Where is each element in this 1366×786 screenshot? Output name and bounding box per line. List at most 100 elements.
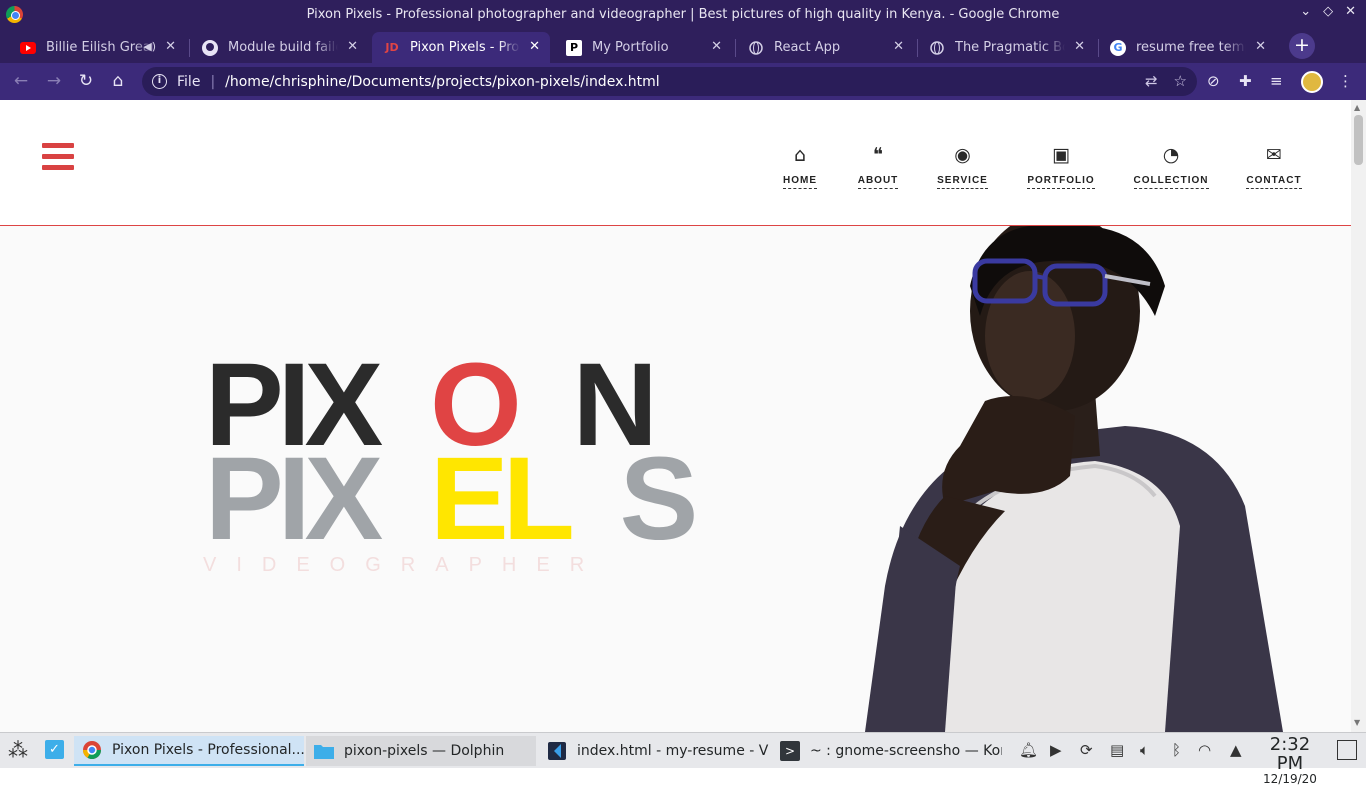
tab-title: My Portfolio bbox=[592, 40, 669, 55]
tab-react-app[interactable]: React App ✕ bbox=[736, 32, 914, 63]
nav-label: CONTACT bbox=[1246, 175, 1302, 189]
clock-date: 12/19/20 bbox=[1263, 772, 1317, 786]
scroll-up-icon[interactable]: ▲ bbox=[1354, 103, 1360, 112]
notifications-icon[interactable]: 🔔︎ bbox=[1019, 741, 1038, 759]
hero-title-line-2: PIX EL S bbox=[205, 433, 699, 565]
hero-section: PIX O N PIX EL S VIDEOGRAPHER bbox=[0, 226, 1351, 732]
extension-blocker-icon[interactable]: ⊘ bbox=[1207, 72, 1220, 90]
maximize-icon[interactable]: ◇ bbox=[1323, 4, 1333, 19]
chrome-logo-icon bbox=[6, 6, 23, 23]
tab-title: Pixon Pixels - Professional bbox=[410, 40, 520, 55]
taskbar-item-konsole[interactable]: > ~ : gnome-screensho — Kons... bbox=[772, 736, 1002, 766]
hero-word: S bbox=[619, 433, 699, 565]
media-player-icon[interactable]: ▶ bbox=[1050, 741, 1062, 759]
tab-title: React App bbox=[774, 40, 841, 55]
globe-icon bbox=[929, 40, 945, 56]
clipboard-icon[interactable]: ▤ bbox=[1110, 741, 1124, 759]
globe-icon: ◉ bbox=[954, 144, 971, 166]
menu-kebab-icon[interactable]: ⋮ bbox=[1338, 72, 1353, 90]
show-desktop-button[interactable] bbox=[1337, 740, 1357, 760]
tab-pixon-pixels[interactable]: JD Pixon Pixels - Professional ✕ bbox=[372, 32, 550, 63]
tab-close-icon[interactable]: ✕ bbox=[711, 39, 722, 54]
taskbar-item-chrome[interactable]: Pixon Pixels - Professional... 🔊︎ bbox=[74, 736, 304, 766]
close-icon[interactable]: ✕ bbox=[1345, 4, 1356, 19]
translate-icon[interactable]: ⇄ bbox=[1145, 72, 1158, 90]
tab-title: The Pragmatic Bookshelf bbox=[955, 40, 1065, 55]
tab-my-portfolio[interactable]: P My Portfolio ✕ bbox=[554, 32, 732, 63]
clock[interactable]: 2:32 PM 12/19/20 bbox=[1255, 735, 1325, 786]
nav-collection[interactable]: ◔ COLLECTION bbox=[1131, 144, 1211, 189]
tab-title: resume free template bbox=[1136, 40, 1246, 55]
tab-close-icon[interactable]: ✕ bbox=[1255, 39, 1266, 54]
home-icon[interactable]: ⌂ bbox=[107, 71, 129, 91]
taskbar-item-label: pixon-pixels — Dolphin bbox=[344, 743, 505, 759]
tab-resume-template[interactable]: G resume free template ✕ bbox=[1098, 32, 1276, 63]
taskbar: ⁂ ✓ Pixon Pixels - Professional... 🔊︎ pi… bbox=[0, 732, 1366, 786]
quote-icon: ❝ bbox=[872, 144, 884, 166]
taskbar-item-label: Pixon Pixels - Professional... bbox=[112, 742, 304, 758]
github-icon bbox=[202, 39, 218, 56]
tab-youtube[interactable]: Billie Eilish Great ◀) ✕ bbox=[8, 32, 186, 63]
forward-icon[interactable]: → bbox=[43, 71, 65, 91]
show-desktop-icon[interactable]: ✓ bbox=[45, 740, 64, 759]
nav-service[interactable]: ◉ SERVICE bbox=[934, 144, 991, 189]
profile-avatar[interactable] bbox=[1301, 71, 1323, 93]
tab-close-icon[interactable]: ✕ bbox=[165, 39, 176, 54]
new-tab-button[interactable]: + bbox=[1289, 33, 1315, 59]
scrollbar-thumb[interactable] bbox=[1354, 115, 1363, 165]
nav-label: HOME bbox=[783, 175, 817, 189]
image-icon: ▣ bbox=[1052, 144, 1070, 166]
speaker-icon[interactable]: ◀) bbox=[143, 40, 156, 53]
jd-icon: JD bbox=[385, 41, 399, 54]
app-launcher-icon[interactable]: ⁂ bbox=[8, 738, 28, 762]
window-titlebar: Pixon Pixels - Professional photographer… bbox=[0, 0, 1366, 29]
minimize-icon[interactable]: ⌄ bbox=[1300, 4, 1311, 19]
photographer-portrait bbox=[865, 226, 1283, 732]
bookmark-star-icon[interactable]: ☆ bbox=[1174, 72, 1187, 90]
tab-title: Billie Eilish Great bbox=[46, 40, 156, 55]
clock-time: 2:32 PM bbox=[1269, 734, 1311, 774]
info-icon[interactable]: i bbox=[152, 74, 167, 89]
globe-icon bbox=[748, 40, 764, 56]
taskbar-item-label: ~ : gnome-screensho — Kons... bbox=[810, 743, 1002, 759]
url-text[interactable]: /home/chrisphine/Documents/projects/pixo… bbox=[225, 74, 660, 90]
tab-close-icon[interactable]: ✕ bbox=[1074, 39, 1085, 54]
youtube-icon bbox=[20, 40, 36, 56]
tab-close-icon[interactable]: ✕ bbox=[347, 39, 358, 54]
scheme-label: File bbox=[177, 73, 201, 90]
taskbar-item-label: index.html - my-resume - Visu... bbox=[577, 743, 769, 759]
nav-label: COLLECTION bbox=[1133, 175, 1209, 189]
rss-icon: ◔ bbox=[1162, 144, 1180, 166]
hero-word: EL bbox=[430, 433, 575, 565]
nav-portfolio[interactable]: ▣ PORTFOLIO bbox=[1025, 144, 1097, 189]
tab-pragmatic-bookshelf[interactable]: The Pragmatic Bookshelf ✕ bbox=[917, 32, 1095, 63]
wifi-icon[interactable]: ◠ bbox=[1198, 741, 1211, 759]
google-icon: G bbox=[1110, 39, 1126, 56]
site-header: ⌂ HOME ❝ ABOUT ◉ SERVICE ▣ PORTFOLIO ◔ C… bbox=[0, 100, 1351, 226]
tab-github[interactable]: Module build failed ✕ bbox=[190, 32, 368, 63]
reload-icon[interactable]: ↻ bbox=[75, 71, 97, 91]
bluetooth-icon[interactable]: ᛒ bbox=[1172, 741, 1181, 759]
nav-home[interactable]: ⌂ HOME bbox=[780, 144, 820, 189]
update-icon[interactable]: ⟳ bbox=[1080, 741, 1093, 759]
tab-close-icon[interactable]: ✕ bbox=[529, 39, 540, 54]
volume-icon[interactable]: 🔈︎ bbox=[1140, 741, 1149, 759]
scroll-down-icon[interactable]: ▼ bbox=[1354, 718, 1360, 727]
extensions-puzzle-icon[interactable]: ✚ bbox=[1239, 72, 1252, 90]
vscode-icon bbox=[547, 741, 567, 761]
nav-contact[interactable]: ✉ CONTACT bbox=[1243, 144, 1305, 189]
nav-about[interactable]: ❝ ABOUT bbox=[856, 144, 900, 189]
hamburger-menu-icon[interactable] bbox=[42, 143, 74, 176]
taskbar-item-vscode[interactable]: index.html - my-resume - Visu... bbox=[539, 736, 769, 766]
back-icon[interactable]: ← bbox=[10, 71, 32, 91]
p-icon: P bbox=[566, 39, 582, 56]
tab-strip: Billie Eilish Great ◀) ✕ Module build fa… bbox=[0, 29, 1366, 63]
expand-tray-icon[interactable]: ▲ bbox=[1230, 741, 1242, 759]
address-bar[interactable]: i File | /home/chrisphine/Documents/proj… bbox=[142, 67, 1197, 96]
hero-word: PIX bbox=[205, 433, 383, 565]
window-title: Pixon Pixels - Professional photographer… bbox=[306, 7, 1060, 22]
page-scrollbar[interactable]: ▲ ▼ bbox=[1351, 100, 1366, 732]
media-queue-icon[interactable]: ≡ bbox=[1270, 72, 1283, 90]
taskbar-item-dolphin[interactable]: pixon-pixels — Dolphin bbox=[306, 736, 536, 766]
tab-close-icon[interactable]: ✕ bbox=[893, 39, 904, 54]
